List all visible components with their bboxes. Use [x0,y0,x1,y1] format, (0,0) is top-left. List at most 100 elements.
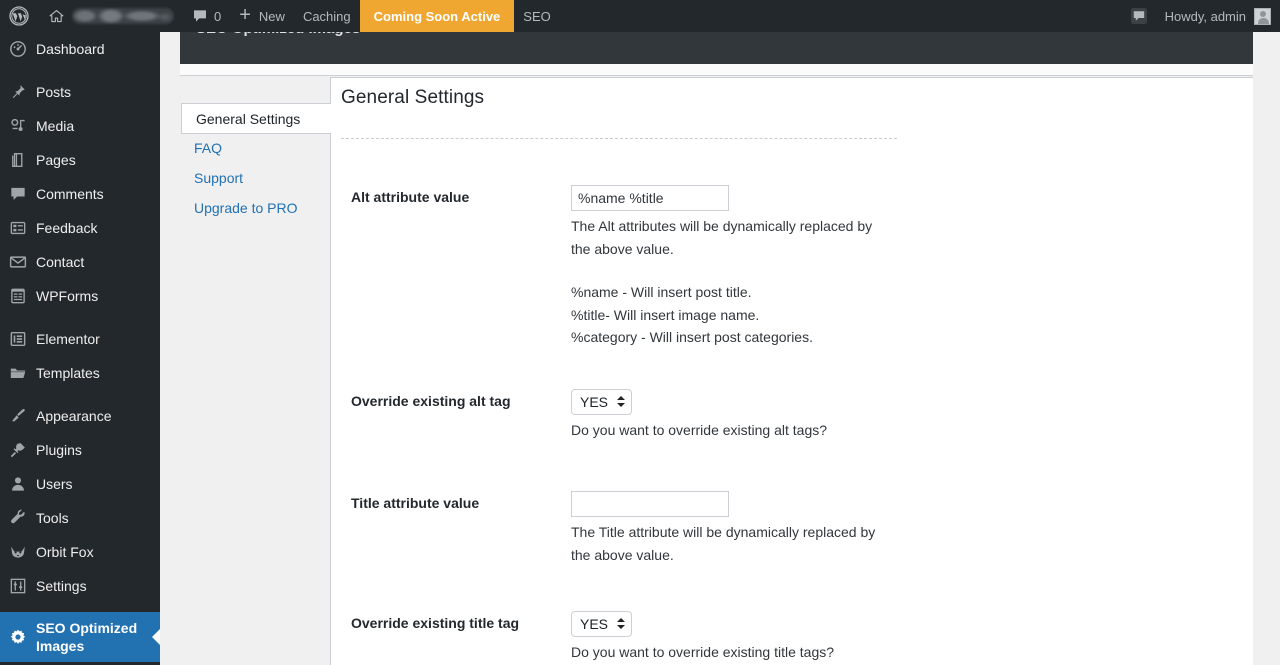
sidebar-item-label: Settings [36,578,87,594]
field-label-override-existing-alt-tag: Override existing alt tag [351,393,511,409]
sidebar-item-posts[interactable]: Posts [0,75,160,109]
override-title-select-wrap: YES NO [571,611,632,637]
paintbrush-icon [0,407,36,425]
menu-separator [0,66,160,75]
sidebar-item-comments[interactable]: Comments [0,177,160,211]
sidebar-item-templates[interactable]: Templates [0,356,160,390]
sidebar-item-orbit-fox[interactable]: Orbit Fox [0,535,160,569]
sidebar-item-label: SEO Optimized Images [36,620,138,654]
sidebar-item-label: Templates [36,365,100,381]
sidebar-item-plugins[interactable]: Plugins [0,433,160,467]
override-alt-help-text: Do you want to override existing alt tag… [571,422,828,438]
sidebar-item-settings[interactable]: Settings [0,569,160,603]
caching-menu[interactable]: Caching [294,0,360,32]
header-divider [180,64,1253,76]
sidebar-item-pages[interactable]: Pages [0,143,160,177]
alt-attribute-help-text: The Alt attributes will be dynamically r… [571,218,873,257]
sidenav-link-faq[interactable]: FAQ [194,140,222,156]
field-override-existing-alt-tag: YES NO Do you want to override existing … [571,389,827,442]
sidebar-item-tools[interactable]: Tools [0,501,160,535]
admin-bar: 0 + New Caching Coming Soon Active SEO H… [0,0,1280,32]
sidebar-item-label: WPForms [36,288,99,304]
fox-icon [0,543,36,561]
user-icon [12,477,24,491]
field-title-attribute-value: The Title attribute will be dynamically … [571,491,891,566]
paintbrush-icon [11,408,25,422]
plugin-header-bar: SEO Optimized Images [180,32,1253,64]
tab-general-settings-label: General Settings [196,110,301,127]
media-icon [0,117,36,135]
dashboard-icon [10,41,26,57]
sidebar-item-label: Posts [36,84,72,100]
site-name-menu[interactable] [39,0,183,32]
sidebar-item-dashboard[interactable]: Dashboard [0,32,160,66]
pages-icon [0,151,36,169]
sidebar-item-appearance[interactable]: Appearance [0,399,160,433]
wordpress-logo-icon [9,6,29,26]
sidebar-item-label: Pages [36,152,76,168]
alt-token-title: %title- Will insert image name. [571,306,760,323]
feedback-icon [10,221,26,235]
wpforms-icon [0,287,36,305]
override-existing-title-tag-select[interactable]: YES NO [571,611,632,637]
content-area: SEO Optimized Images General Settings FA… [160,32,1280,665]
user-icon [0,475,36,493]
seo-menu[interactable]: SEO [514,0,559,32]
wrench-icon [11,509,25,524]
pin-icon [12,85,25,99]
plus-icon: + [239,4,251,26]
seo-label: SEO [523,8,551,24]
sidebar-item-feedback[interactable]: Feedback [0,211,160,245]
menu-separator [0,390,160,399]
sidebar-item-wpforms[interactable]: WPForms [0,279,160,313]
envelope-icon [0,253,36,271]
gear-icon [0,628,36,646]
comments-menu[interactable]: 0 [183,0,230,32]
wordpress-logo-button[interactable] [0,0,39,32]
fox-icon [11,546,25,558]
override-existing-alt-tag-select[interactable]: YES NO [571,389,632,415]
coming-soon-active-badge[interactable]: Coming Soon Active [359,0,515,32]
sliders-icon [10,578,26,594]
notifications-menu[interactable] [1122,0,1156,32]
sidenav-link-support[interactable]: Support [194,170,243,186]
pages-icon [12,153,23,167]
comment-bubble-icon [0,185,36,203]
plugin-sidenav: General Settings FAQ Support Upgrade to … [180,77,331,665]
override-title-help-text: Do you want to override existing title t… [571,644,835,660]
new-content-menu[interactable]: + New [230,0,294,32]
gear-icon [10,629,26,644]
sidebar-item-label: Dashboard [36,41,105,57]
field-override-existing-title-tag: YES NO Do you want to override existing … [571,611,834,664]
sidebar-item-label: Users [36,476,73,492]
sidebar-item-users[interactable]: Users [0,467,160,501]
plug-icon [0,441,36,459]
sidebar-item-elementor[interactable]: Elementor [0,322,160,356]
sidebar-item-contact[interactable]: Contact [0,245,160,279]
comment-bubble-icon [1130,8,1147,24]
sidebar-item-seo-optimized-images[interactable]: SEO Optimized Images [0,612,160,662]
sidebar-item-label: Comments [36,186,104,202]
wrench-icon [0,509,36,527]
sidebar-item-media[interactable]: Media [0,109,160,143]
elementor-icon [0,330,36,348]
avatar [1254,7,1271,25]
title-attribute-value-input[interactable] [571,491,729,517]
caching-label: Caching [302,8,351,24]
plug-icon [10,443,25,458]
settings-panel [331,77,1253,665]
howdy-label: Howdy, admin [1164,8,1246,24]
field-label-title-attribute-value: Title attribute value [351,495,480,511]
comment-bubble-icon [194,10,206,22]
plugin-header-title: SEO Optimized Images [196,32,360,37]
sliders-icon [0,577,36,595]
home-icon [49,9,64,22]
alt-token-name: %name - Will insert post title. [571,284,752,300]
admin-sidebar-menu: Dashboard Posts Media Pages Comments Feedback… [0,32,160,665]
my-account-menu[interactable]: Howdy, admin [1156,0,1280,32]
comment-bubble-icon [11,187,25,201]
sidenav-link-upgrade-to-pro[interactable]: Upgrade to PRO [194,200,298,216]
alt-attribute-value-input[interactable] [571,185,729,211]
tab-general-settings[interactable]: General Settings [181,103,331,134]
comment-count: 0 [214,8,222,24]
